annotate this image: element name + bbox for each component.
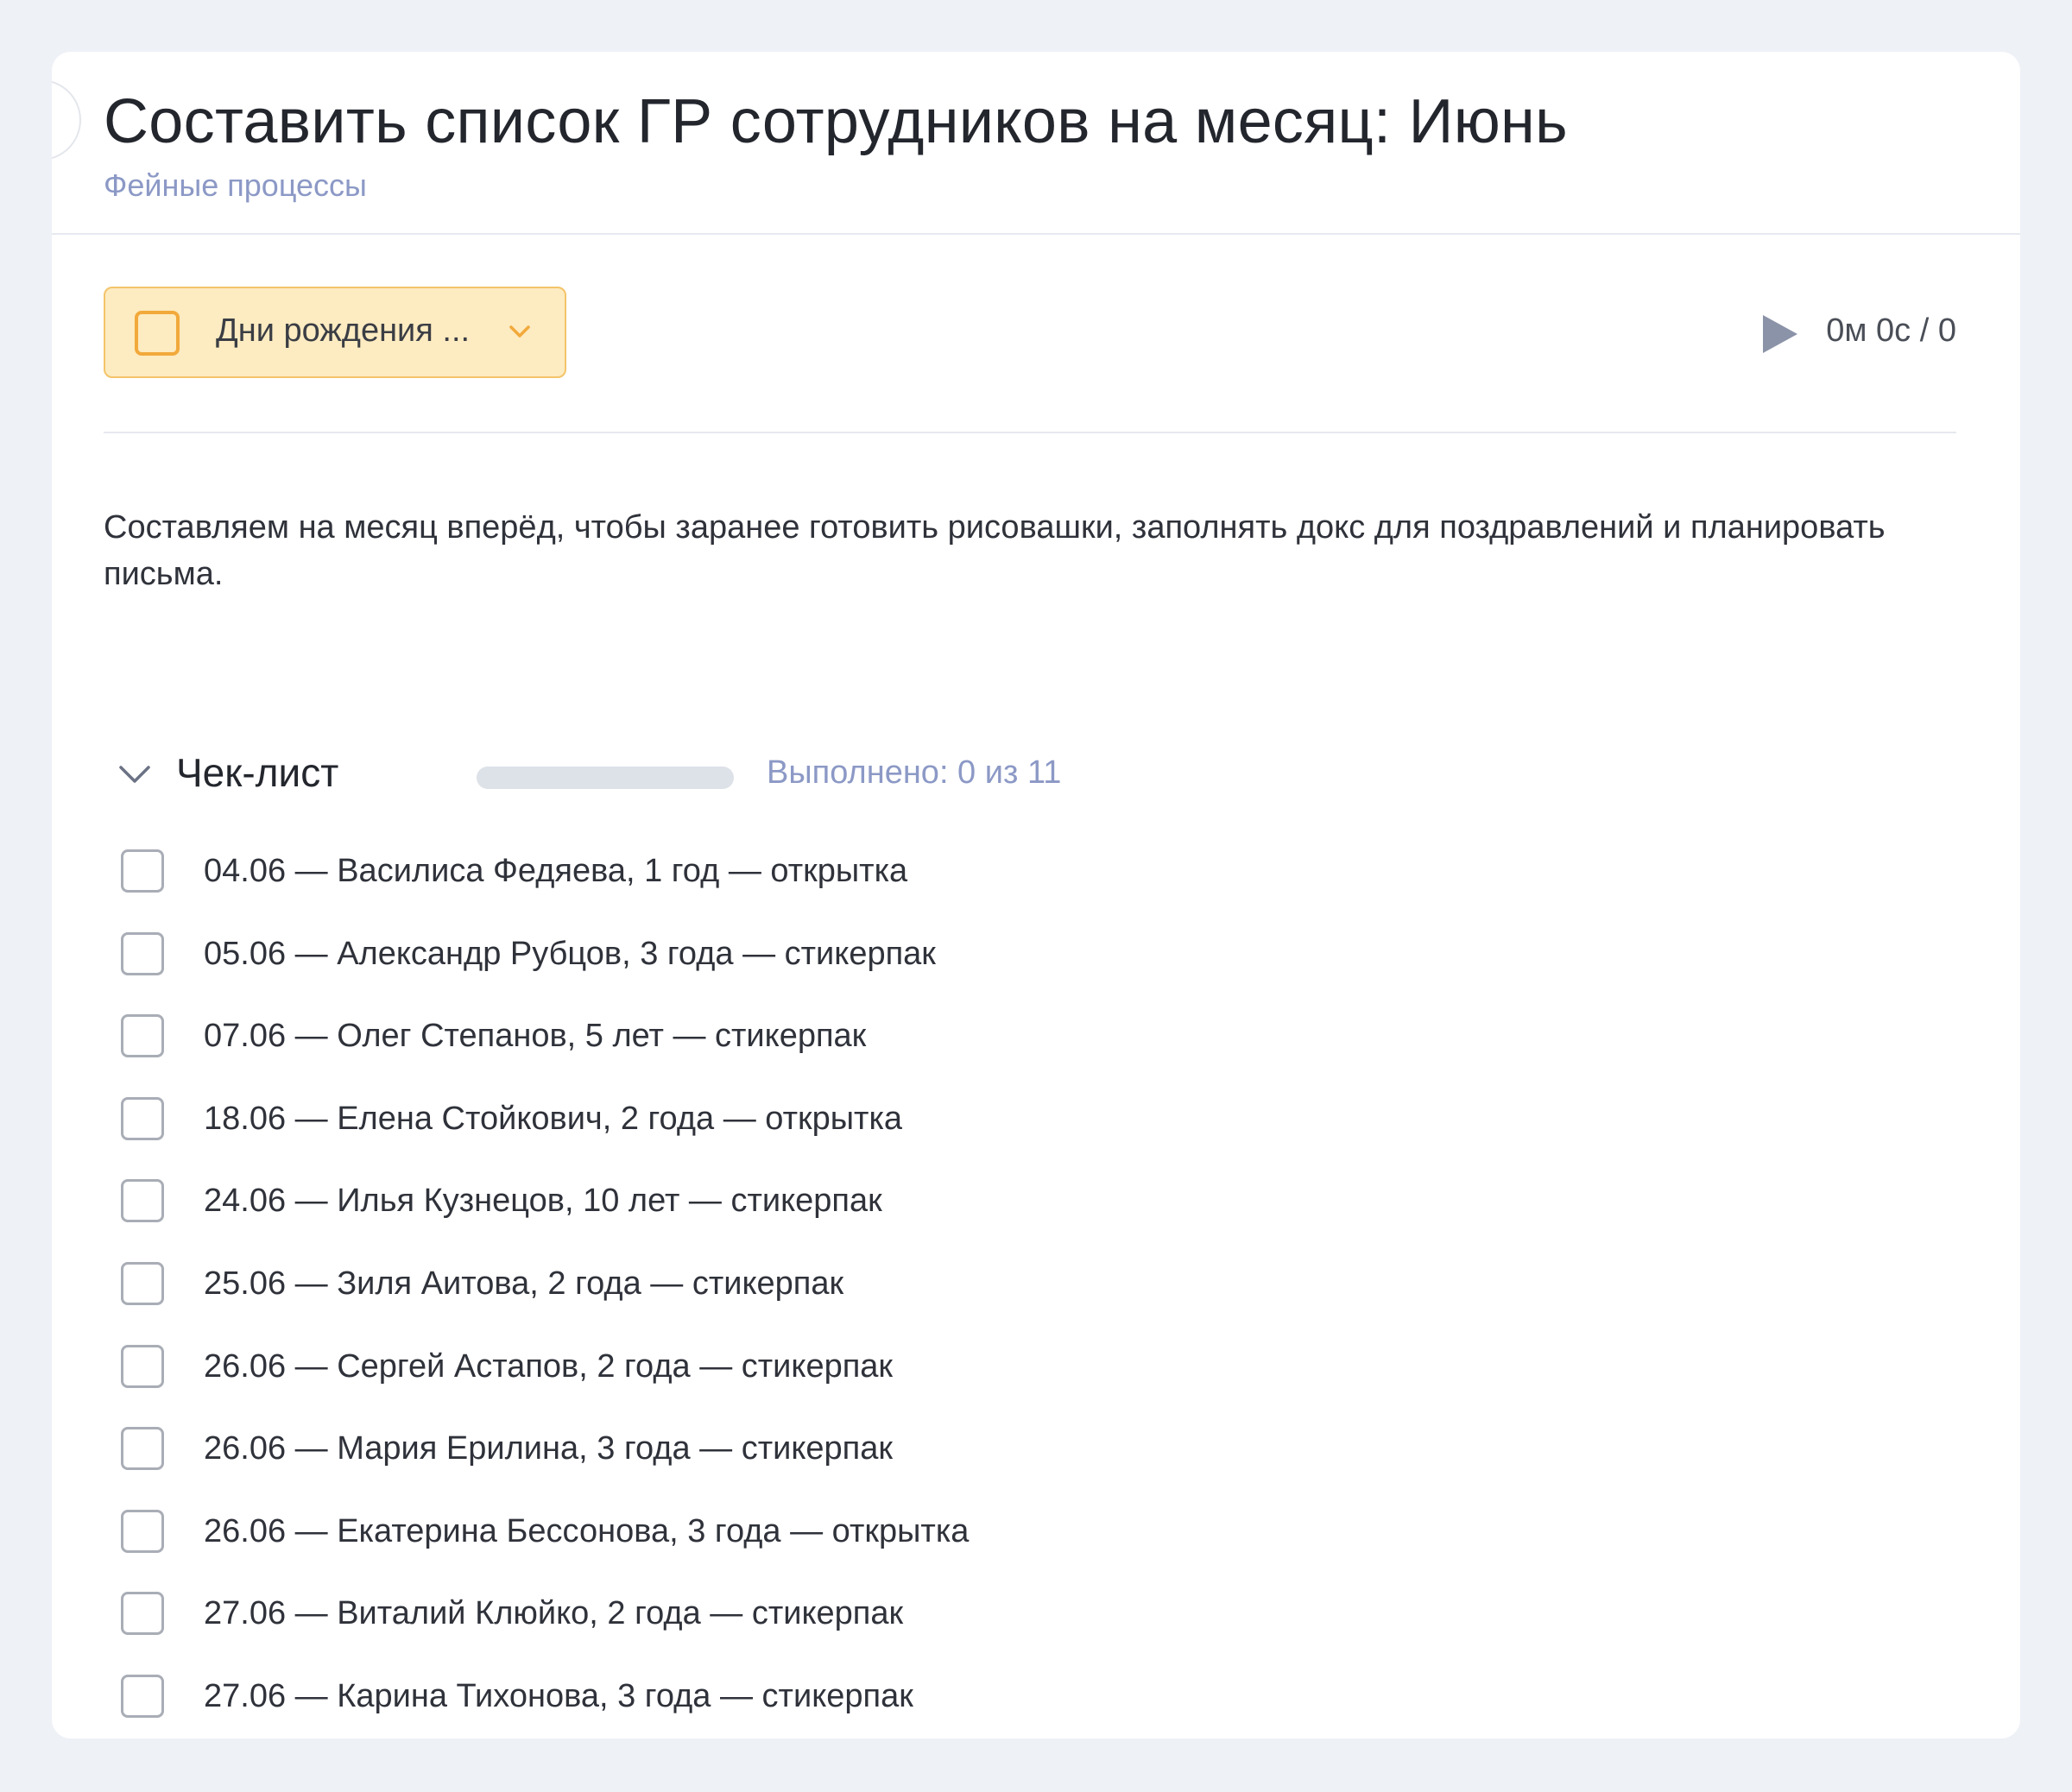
project-link[interactable]: Фейные процессы [104, 167, 367, 204]
chevron-down-icon[interactable] [117, 760, 152, 791]
checklist-item[interactable]: 27.06 — Карина Тихонова, 3 года — стикер… [104, 1656, 1830, 1738]
checklist-item-label: 25.06 — Зиля Аитова, 2 года — стикерпак [204, 1265, 844, 1302]
checklist-item-label: 27.06 — Карина Тихонова, 3 года — стикер… [204, 1677, 913, 1714]
checklist-progress-text: Выполнено: 0 из 11 [767, 754, 1062, 791]
checkbox[interactable] [121, 1014, 164, 1058]
checklist-item[interactable]: 26.06 — Сергей Астапов, 2 года — стикерп… [104, 1326, 1830, 1409]
checkbox[interactable] [121, 1344, 164, 1388]
checklist-item[interactable]: 05.06 — Александр Рубцов, 3 года — стике… [104, 913, 1830, 996]
checklist: 04.06 — Василиса Федяева, 1 год — открыт… [104, 830, 1830, 1738]
checklist-item[interactable]: 26.06 — Екатерина Бессонова, 3 года — от… [104, 1491, 1830, 1574]
checklist-item-label: 26.06 — Екатерина Бессонова, 3 года — от… [204, 1512, 970, 1549]
checkbox[interactable] [121, 1261, 164, 1305]
status-label: Дни рождения ... [216, 312, 471, 349]
checklist-item-label: 24.06 — Илья Кузнецов, 10 лет — стикерпа… [204, 1183, 882, 1220]
task-card: Составить список ГР сотрудников на месяц… [52, 52, 2020, 1738]
checkbox[interactable] [121, 1674, 164, 1718]
divider [104, 432, 1956, 433]
time-tracker: 0м 0с / 0 [1826, 312, 1956, 349]
checklist-item-label: 26.06 — Мария Ерилина, 3 года — стикерпа… [204, 1430, 893, 1467]
task-description: Составляем на месяц вперёд, чтобы заране… [104, 509, 1886, 592]
play-icon[interactable] [1759, 312, 1801, 356]
task-toolbar: Дни рождения ... 0м 0с / 0 [104, 287, 1956, 380]
page-title: Составить список ГР сотрудников на месяц… [104, 87, 1568, 156]
checklist-header: Чек-лист Выполнено: 0 из 11 [104, 739, 1140, 808]
checklist-title: Чек-лист [176, 750, 339, 795]
checklist-item[interactable]: 18.06 — Елена Стойкович, 2 года — открыт… [104, 1078, 1830, 1161]
checkbox[interactable] [121, 1427, 164, 1471]
checklist-item-label: 07.06 — Олег Степанов, 5 лет — стикерпак [204, 1018, 867, 1055]
task-header: Составить список ГР сотрудников на месяц… [52, 52, 2020, 235]
checklist-item-label: 26.06 — Сергей Астапов, 2 года — стикерп… [204, 1347, 894, 1385]
checklist-item[interactable]: 26.06 — Мария Ерилина, 3 года — стикерпа… [104, 1408, 1830, 1491]
checklist-item[interactable]: 07.06 — Олег Степанов, 5 лет — стикерпак [104, 995, 1830, 1078]
checklist-item-label: 18.06 — Елена Стойкович, 2 года — открыт… [204, 1100, 903, 1137]
checkbox[interactable] [121, 931, 164, 975]
checkbox[interactable] [121, 1509, 164, 1553]
checklist-item[interactable]: 27.06 — Виталий Клюйко, 2 года — стикерп… [104, 1573, 1830, 1656]
checkbox-icon [135, 311, 180, 356]
checkbox[interactable] [121, 1592, 164, 1636]
checklist-item-label: 04.06 — Василиса Федяева, 1 год — открыт… [204, 853, 908, 889]
checkbox[interactable] [121, 849, 164, 893]
checklist-item[interactable]: 25.06 — Зиля Аитова, 2 года — стикерпак [104, 1243, 1830, 1326]
checklist-item[interactable]: 24.06 — Илья Кузнецов, 10 лет — стикерпа… [104, 1160, 1830, 1243]
checkbox[interactable] [121, 1179, 164, 1223]
checkbox[interactable] [121, 1096, 164, 1140]
checklist-progress-bar [477, 767, 734, 789]
checklist-item-label: 05.06 — Александр Рубцов, 3 года — стике… [204, 935, 936, 972]
checklist-item-label: 27.06 — Виталий Клюйко, 2 года — стикерп… [204, 1595, 904, 1632]
checklist-item[interactable]: 04.06 — Василиса Федяева, 1 год — открыт… [104, 830, 1830, 913]
chevron-down-icon [509, 325, 530, 338]
status-dropdown[interactable]: Дни рождения ... [104, 287, 566, 378]
